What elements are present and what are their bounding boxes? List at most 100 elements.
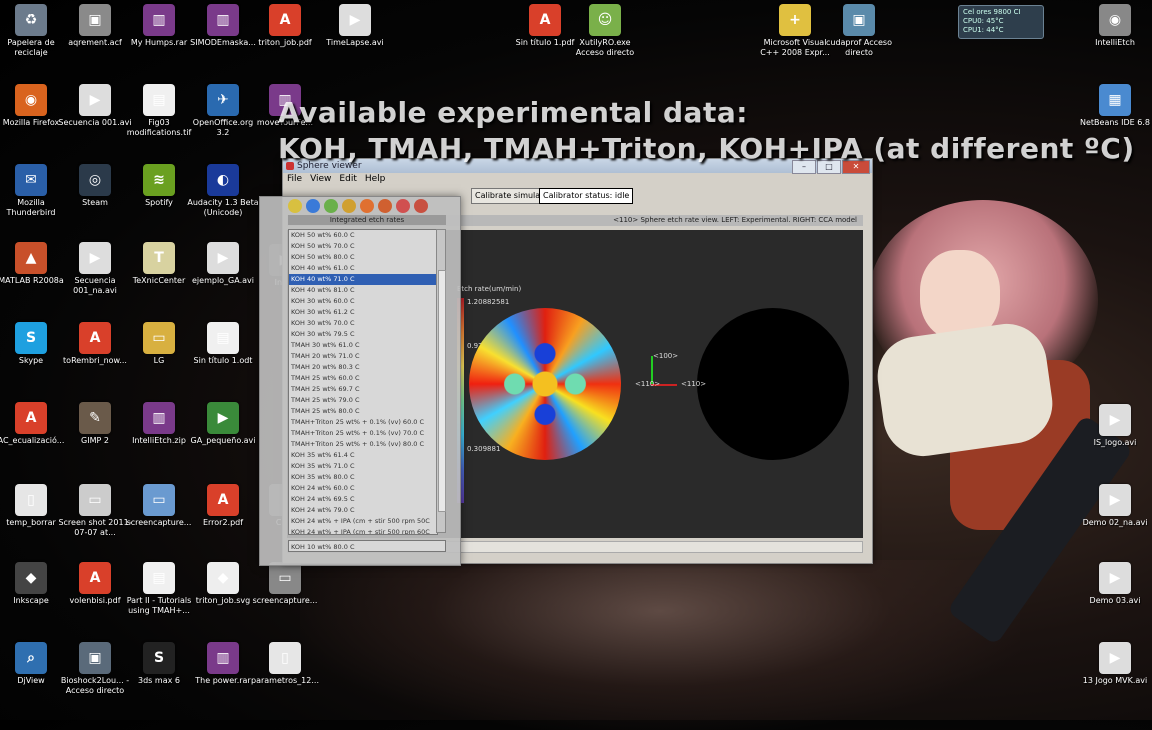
desktop-icon[interactable]: ▥ IntelliEtch.zip	[122, 402, 196, 446]
desktop-icon[interactable]: + Microsoft Visual C++ 2008 Expr...	[758, 4, 832, 58]
orange-tool-icon[interactable]	[360, 199, 374, 213]
menu-file[interactable]: File	[287, 173, 302, 186]
etch-condition-item[interactable]: KOH 40 wt% 81.0 C	[289, 285, 437, 296]
desktop-icon[interactable]: ▭ LG	[122, 322, 196, 366]
desktop-icon[interactable]: Avolenbisi.pdf	[58, 562, 132, 606]
etch-condition-item[interactable]: TMAH+Triton 25 wt% + 0.1% (vv) 70.0 C	[289, 428, 437, 439]
game-icon: ☺	[589, 4, 621, 36]
desktop-icon[interactable]: T TeXnicCenter	[122, 242, 196, 286]
desktop-icon[interactable]: ▭ screencapture...	[248, 562, 322, 606]
list-footer-item[interactable]: KOH 10 wt% 80.0 C	[288, 540, 446, 552]
desktop-icon[interactable]: ▣ aqrement.acf	[58, 4, 132, 48]
etch-condition-item[interactable]: KOH 30 wt% 61.2 C	[289, 307, 437, 318]
desktop-icon[interactable]: ▶ Secuencia 001.avi	[58, 84, 132, 128]
etch-condition-item[interactable]: KOH 35 wt% 71.0 C	[289, 461, 437, 472]
desktop-icon[interactable]: ▶ TimeLapse.avi	[318, 4, 392, 48]
etch-condition-item[interactable]: KOH 24 wt% 60.0 C	[289, 483, 437, 494]
menu-edit[interactable]: Edit	[339, 173, 356, 186]
etch-condition-item[interactable]: TMAH 20 wt% 71.0 C	[289, 351, 437, 362]
desktop-icon[interactable]: ◉ IntelliEtch	[1078, 4, 1152, 48]
etch-condition-item[interactable]: TMAH 25 wt% 69.7 C	[289, 384, 437, 395]
etch-condition-item[interactable]: TMAH 25 wt% 80.0 C	[289, 406, 437, 417]
experimental-sphere[interactable]	[469, 308, 621, 460]
desktop-icon[interactable]: ▣ Bioshock2Lou... - Acceso directo	[58, 642, 132, 696]
etch-condition-item[interactable]: TMAH 25 wt% 60.0 C	[289, 373, 437, 384]
cca-model-sphere[interactable]	[697, 308, 849, 460]
menu-view[interactable]: View	[310, 173, 331, 186]
etch-condition-item[interactable]: KOH 50 wt% 60.0 C	[289, 230, 437, 241]
desktop-icon[interactable]: ▤ Sin título 1.odt	[186, 322, 260, 366]
green-tool-icon[interactable]	[324, 199, 338, 213]
desktop-icon[interactable]: ▶ Secuencia 001_na.avi	[58, 242, 132, 296]
sphere-tool-icon[interactable]	[288, 199, 302, 213]
etch-condition-item[interactable]: TMAH+Triton 25 wt% + 0.1% (vv) 80.0 C	[289, 439, 437, 450]
desktop-icon[interactable]: ▶ IS_logo.avi	[1078, 404, 1152, 448]
desktop-icon[interactable]: ◐ Audacity 1.3 Beta (Unicode)	[186, 164, 260, 218]
red-tool-icon[interactable]	[396, 199, 410, 213]
etch-condition-item[interactable]: KOH 30 wt% 79.5 C	[289, 329, 437, 340]
etch-condition-item[interactable]: KOH 30 wt% 70.0 C	[289, 318, 437, 329]
integrated-etch-rates-panel[interactable]: Integrated etch rates KOH 50 wt% 60.0 CK…	[259, 196, 461, 566]
scrollbar-thumb[interactable]	[438, 270, 446, 512]
openoffice-icon: ✈	[207, 84, 239, 116]
etch-condition-item[interactable]: KOH 35 wt% 80.0 C	[289, 472, 437, 483]
desktop-icon[interactable]: ▥ My Humps.rar	[122, 4, 196, 48]
desktop-icon-label: 13 Jogo MVK.avi	[1082, 676, 1148, 685]
etch-condition-item[interactable]: KOH 30 wt% 60.0 C	[289, 296, 437, 307]
etch-condition-item[interactable]: TMAH 30 wt% 61.0 C	[289, 340, 437, 351]
etch-condition-item[interactable]: KOH 40 wt% 61.0 C	[289, 263, 437, 274]
etch-condition-item[interactable]: KOH 24 wt% + IPA (cm + stir 500 rpm 50C	[289, 516, 437, 527]
axis-label: <110>	[681, 380, 707, 388]
3dsmax-icon: S	[143, 642, 175, 674]
etch-condition-item[interactable]: KOH 24 wt% 69.5 C	[289, 494, 437, 505]
etch-condition-item[interactable]: TMAH 20 wt% 80.3 C	[289, 362, 437, 373]
yellow-tool-icon[interactable]	[342, 199, 356, 213]
desktop-icon[interactable]: ▤ Fig03 modifications.tif	[122, 84, 196, 138]
steam-icon: ◎	[79, 164, 111, 196]
etch-condition-item[interactable]: KOH 24 wt% + IPA (cm + stir 500 rpm 60C	[289, 527, 437, 534]
desktop-icon[interactable]: ▭ Screen shot 2011-07-07 at...	[58, 484, 132, 538]
desktop-icon[interactable]: ◎ Steam	[58, 164, 132, 208]
desktop-icon[interactable]: ▶ GA_pequeño.avi	[186, 402, 260, 446]
desktop-icon[interactable]: ≋ Spotify	[122, 164, 196, 208]
archive-icon: ▥	[143, 4, 175, 36]
desktop-icon[interactable]: ☺ XutilyRO.exe Acceso directo	[568, 4, 642, 58]
orange-tool-icon-2[interactable]	[378, 199, 392, 213]
spotify-icon: ≋	[143, 164, 175, 196]
archive-icon: ▥	[207, 642, 239, 674]
globe-tool-icon[interactable]	[306, 199, 320, 213]
desktop-icon-label: Demo 03.avi	[1089, 596, 1141, 605]
etch-condition-item[interactable]: KOH 50 wt% 80.0 C	[289, 252, 437, 263]
desktop-icon[interactable]: ▭ screencapture...	[122, 484, 196, 528]
etch-condition-item[interactable]: KOH 35 wt% 61.4 C	[289, 450, 437, 461]
etch-condition-item[interactable]: TMAH 25 wt% 79.0 C	[289, 395, 437, 406]
desktop-icon[interactable]: ▯ parametros_12...	[248, 642, 322, 686]
desktop-icon[interactable]: S 3ds max 6	[122, 642, 196, 686]
firefox-icon: ◉	[15, 84, 47, 116]
desktop-icon[interactable]: ▦ NetBeans IDE 6.8	[1078, 84, 1152, 128]
etch-condition-item[interactable]: TMAH+Triton 25 wt% + 0.1% (vv) 60.0 C	[289, 417, 437, 428]
desktop-icon[interactable]: ✎ GIMP 2	[58, 402, 132, 446]
etch-conditions-list[interactable]: KOH 50 wt% 60.0 C KOH 50 wt% 70.0 C KOH 50…	[288, 229, 438, 535]
desktop-icon-label: volenbisi.pdf	[69, 596, 121, 605]
cpu-temperature-gadget[interactable]: Cel ores 9800 CI CPU0: 45°C CPU1: 44°C	[958, 5, 1044, 39]
desktop-icon[interactable]: ▶ 13 Jogo MVK.avi	[1078, 642, 1152, 686]
menu-help[interactable]: Help	[365, 173, 386, 186]
list-scrollbar[interactable]	[436, 229, 446, 533]
desktop-icon[interactable]: AtoRembri_now...	[58, 322, 132, 366]
video-icon: ▶	[79, 84, 111, 116]
etch-condition-item[interactable]: KOH 40 wt% 71.0 C	[289, 274, 437, 285]
desktop-icon[interactable]: ▶ Demo 02_na.avi	[1078, 484, 1152, 528]
desktop-icon[interactable]: ▤ Part II - Tutorials using TMAH+...	[122, 562, 196, 616]
desktop-icon-label: screencapture...	[126, 518, 192, 527]
desktop-icon[interactable]: Atriton_job.pdf	[248, 4, 322, 48]
etch-condition-item[interactable]: KOH 50 wt% 70.0 C	[289, 241, 437, 252]
red-tool-icon-2[interactable]	[414, 199, 428, 213]
desktop-icon[interactable]: ▣ cudaprof Acceso directo	[822, 4, 896, 58]
desktop-icon[interactable]: ▶ Demo 03.avi	[1078, 562, 1152, 606]
matlab-icon: ▲	[15, 242, 47, 274]
etch-condition-item[interactable]: KOH 24 wt% 79.0 C	[289, 505, 437, 516]
video-icon: ▶	[207, 242, 239, 274]
file-icon: ▯	[15, 484, 47, 516]
calibrator-status: Calibrator status: idle	[539, 188, 634, 204]
